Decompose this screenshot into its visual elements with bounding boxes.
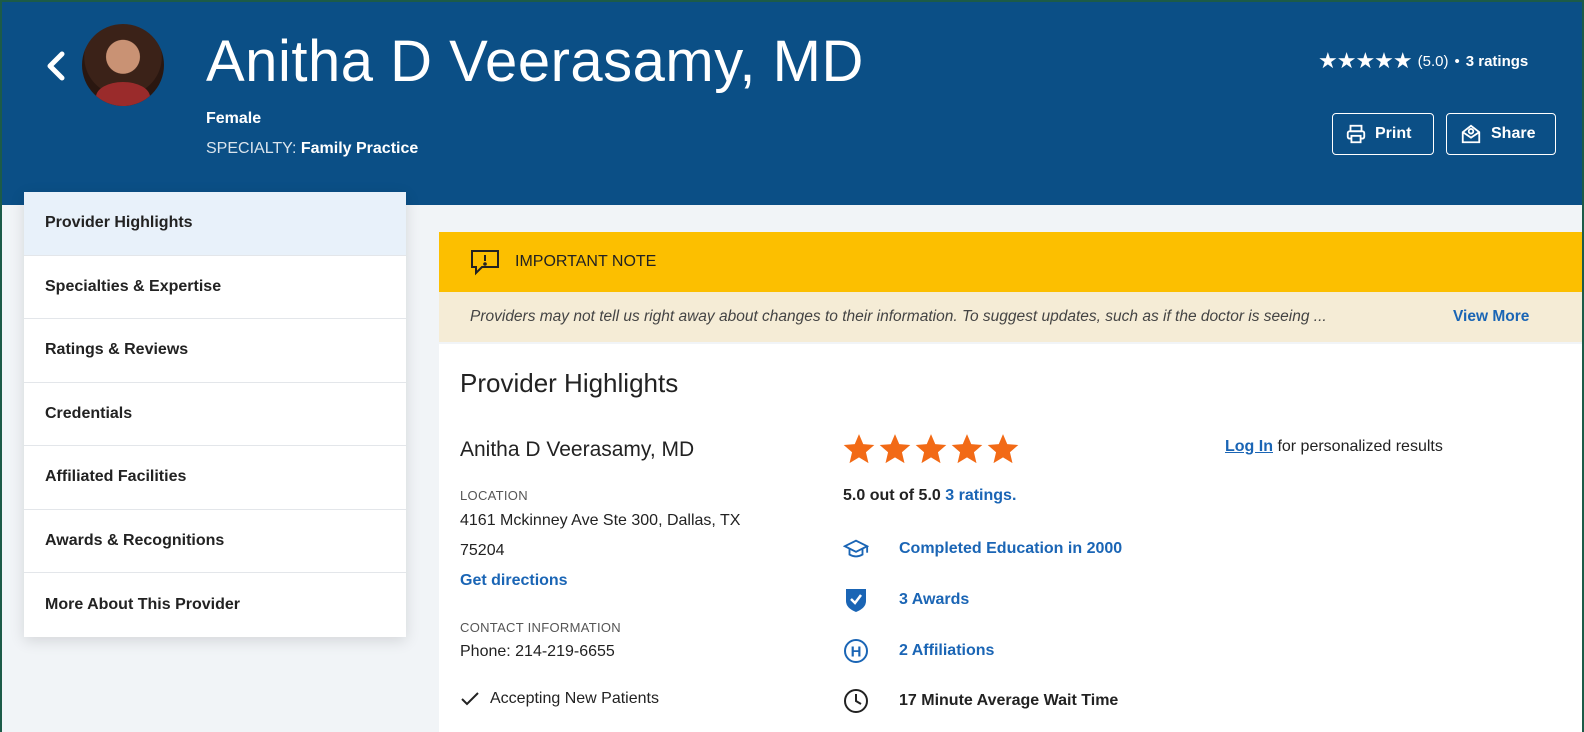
login-prompt: Log In for personalized results xyxy=(1225,438,1443,456)
print-label: Print xyxy=(1375,125,1412,142)
accepting-patients: Accepting New Patients xyxy=(460,690,659,708)
rating-separator: • xyxy=(1454,52,1460,70)
star-icon xyxy=(879,434,911,464)
chevron-left-icon xyxy=(47,51,65,81)
share-label: Share xyxy=(1491,125,1536,142)
education-feature: Completed Education in 2000 xyxy=(843,536,1122,562)
doctor-name: Anitha D Veerasamy, MD xyxy=(460,438,695,461)
share-button[interactable]: Share xyxy=(1446,113,1556,155)
awards-link[interactable]: 3 Awards xyxy=(899,591,969,609)
address-line-1: 4161 Mckinney Ave Ste 300, Dallas, TX xyxy=(460,512,741,529)
phone-number: Phone: 214-219-6655 xyxy=(460,643,615,660)
hospital-h-icon: H xyxy=(843,638,869,664)
svg-text:H: H xyxy=(851,644,862,661)
star-icon xyxy=(951,434,983,464)
accepting-text: Accepting New Patients xyxy=(490,690,659,707)
rating-stars xyxy=(842,432,1020,466)
print-button[interactable]: Print xyxy=(1332,113,1434,155)
star-icon xyxy=(843,434,875,464)
important-note-body: Providers may not tell us right away abo… xyxy=(439,292,1582,342)
note-text: Providers may not tell us right away abo… xyxy=(470,308,1327,325)
sidebar-item-provider-highlights[interactable]: Provider Highlights xyxy=(24,192,406,256)
rating-score: (5.0) xyxy=(1417,52,1449,70)
sidebar-item-credentials[interactable]: Credentials xyxy=(24,383,406,446)
wait-time-feature: 17 Minute Average Wait Time xyxy=(843,688,1118,714)
clock-icon xyxy=(843,688,869,714)
specialty-value: Family Practice xyxy=(300,140,419,157)
alert-message-icon xyxy=(471,250,499,276)
graduation-cap-icon xyxy=(843,536,869,562)
printer-icon xyxy=(1346,124,1366,144)
share-envelope-icon xyxy=(1461,124,1481,144)
rating-count: 3 ratings xyxy=(1465,52,1529,70)
get-directions-link[interactable]: Get directions xyxy=(460,572,568,590)
rating-stars-icon: ★★★★★ xyxy=(1318,48,1413,73)
important-note-header: IMPORTANT NOTE xyxy=(439,232,1582,292)
wait-time-text: 17 Minute Average Wait Time xyxy=(899,692,1119,709)
sidebar-item-ratings[interactable]: Ratings & Reviews xyxy=(24,319,406,383)
award-shield-icon xyxy=(843,587,869,613)
address-line-2: 75204 xyxy=(460,542,505,559)
specialty: SPECIALTY: Family Practice xyxy=(206,140,418,158)
sidebar-item-facilities[interactable]: Affiliated Facilities xyxy=(24,446,406,510)
ratings-link[interactable]: 3 ratings. xyxy=(945,487,1016,504)
checkmark-icon xyxy=(461,692,479,706)
location-label: LOCATION xyxy=(460,488,528,503)
page-title: Anitha D Veerasamy, MD xyxy=(206,29,864,94)
page-frame: Anitha D Veerasamy, MD Female SPECIALTY:… xyxy=(2,2,1582,732)
header-rating: ★★★★★ (5.0) • 3 ratings xyxy=(1318,48,1528,74)
awards-feature: 3 Awards xyxy=(843,587,969,613)
sidebar-item-specialties[interactable]: Specialties & Expertise xyxy=(24,256,406,319)
back-button[interactable] xyxy=(42,46,68,86)
contact-label: CONTACT INFORMATION xyxy=(460,620,621,635)
avatar xyxy=(82,24,164,106)
section-title: Provider Highlights xyxy=(460,368,679,398)
sidebar-item-more-about[interactable]: More About This Provider xyxy=(24,573,406,637)
star-icon xyxy=(915,434,947,464)
sidebar-item-awards[interactable]: Awards & Recognitions xyxy=(24,510,406,573)
login-text: for personalized results xyxy=(1277,438,1443,455)
education-link[interactable]: Completed Education in 2000 xyxy=(899,540,1122,558)
affiliations-link[interactable]: 2 Affiliations xyxy=(899,642,994,660)
provider-highlights-card: Provider Highlights Anitha D Veerasamy, … xyxy=(439,344,1582,732)
sidebar-nav: Provider Highlights Specialties & Expert… xyxy=(24,192,406,637)
provider-header: Anitha D Veerasamy, MD Female SPECIALTY:… xyxy=(2,2,1582,205)
gender-text: Female xyxy=(206,110,262,127)
affiliations-feature: H 2 Affiliations xyxy=(843,638,994,664)
login-link[interactable]: Log In xyxy=(1225,438,1273,455)
rating-score-line: 5.0 out of 5.0 3 ratings. xyxy=(843,487,1016,505)
score-text: 5.0 out of 5.0 xyxy=(843,487,941,504)
specialty-label: SPECIALTY: xyxy=(206,140,297,157)
important-note-title: IMPORTANT NOTE xyxy=(515,253,657,270)
star-icon xyxy=(987,434,1019,464)
view-more-link[interactable]: View More xyxy=(1453,308,1529,326)
